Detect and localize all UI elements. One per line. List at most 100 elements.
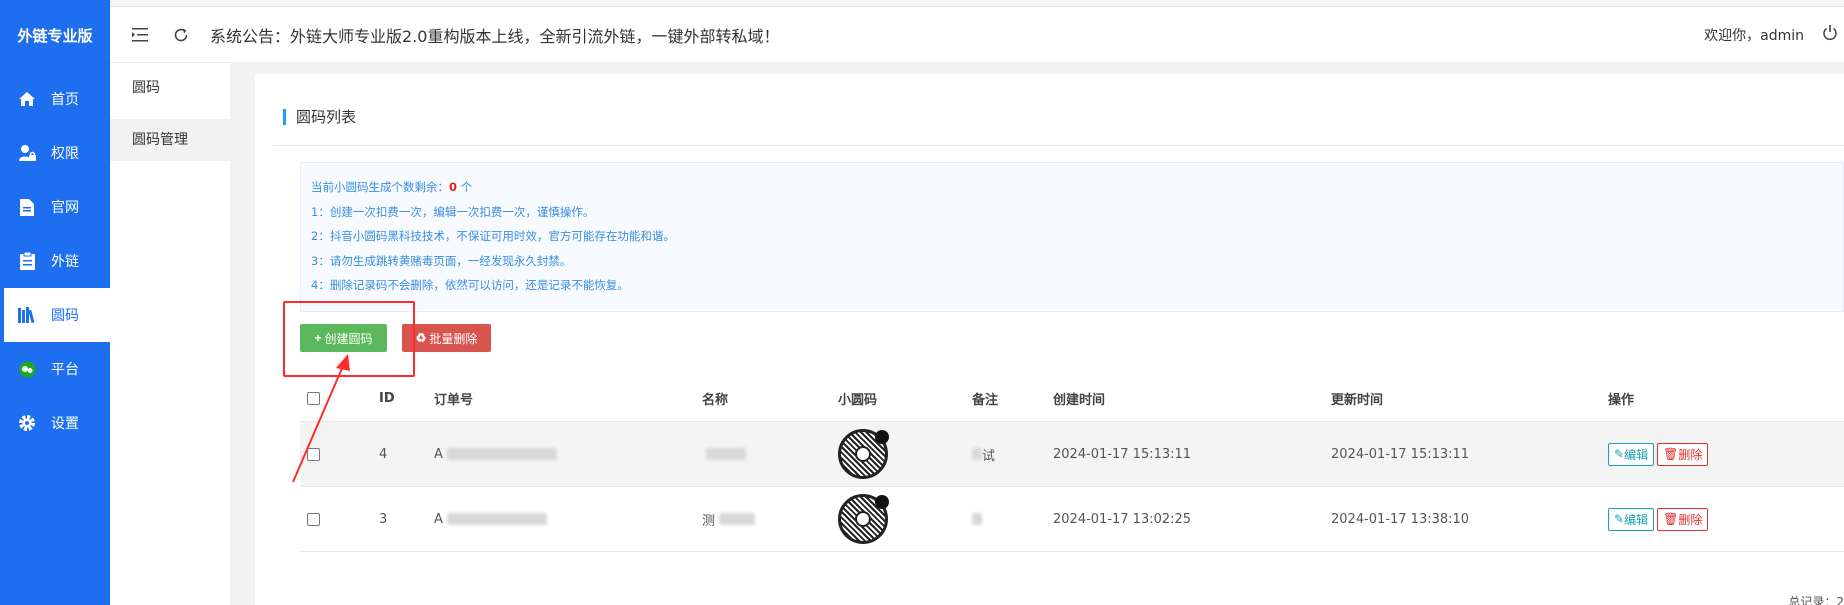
remaining-count: 0 — [449, 180, 458, 194]
sidebar-item-label: 外链 — [51, 254, 79, 270]
brand-title: 外链专业版 — [17, 27, 93, 45]
row-checkbox[interactable] — [307, 447, 320, 461]
order-prefix: A — [434, 511, 443, 527]
trash-icon: 🗑 — [1663, 512, 1679, 526]
select-all-checkbox[interactable] — [307, 392, 320, 405]
redacted-text — [719, 513, 756, 525]
qrcode-table: ID 订单号 名称 小圆码 备注 创建时间 更新时间 操作 4 A 试 2024… — [300, 376, 1844, 552]
remaining-prefix: 当前小圆码生成个数剩余： — [311, 180, 449, 194]
row-checkbox-cell — [307, 422, 320, 486]
sidebar-item-settings[interactable]: 设置 — [0, 396, 110, 450]
sub-menu-title: 圆码 — [132, 80, 160, 96]
top-strip — [110, 0, 1844, 7]
books-icon — [17, 305, 37, 325]
row-ops: ✎ 编辑 🗑 删除 — [1608, 487, 1711, 551]
edit-button[interactable]: ✎ 编辑 — [1608, 507, 1655, 531]
sidebar-item-label: 设置 — [51, 416, 79, 432]
column-header-note: 备注 — [972, 393, 999, 408]
sidebar-item-label: 权限 — [51, 146, 79, 162]
edit-button[interactable]: ✎ 编辑 — [1608, 442, 1655, 466]
row-id: 4 — [379, 446, 388, 462]
platform-icon — [17, 359, 37, 379]
refresh-icon[interactable] — [170, 24, 192, 46]
row-qrcode — [838, 487, 889, 551]
column-header-ops: 操作 — [1608, 393, 1635, 408]
delete-button[interactable]: 🗑 删除 — [1657, 507, 1709, 531]
info-box: 当前小圆码生成个数剩余：0 个 1：创建一次扣费一次，编辑一次扣费一次，谨慎操作… — [300, 162, 1844, 312]
system-notice: 系统公告：外链大师专业版2.0重构版本上线，全新引流外链，一键外部转私域！ — [210, 26, 780, 46]
note-text: 试 — [982, 448, 996, 464]
table-header: ID 订单号 名称 小圆码 备注 创建时间 更新时间 操作 — [300, 376, 1844, 422]
remaining-count-line: 当前小圆码生成个数剩余：0 个 — [311, 175, 1843, 200]
qrcode-image[interactable] — [838, 494, 889, 544]
power-icon[interactable] — [1822, 25, 1842, 45]
edit-icon: ✎ — [1614, 512, 1625, 526]
sidebar-item-home[interactable]: 首页 — [0, 72, 110, 126]
recycle-icon: ♻ — [415, 331, 427, 345]
sidebar: 外链专业版 首页 权限 官网 外链 圆码 平台 设置 — [0, 0, 110, 605]
column-header-order: 订单号 — [434, 393, 474, 408]
sidebar-item-website[interactable]: 官网 — [0, 180, 110, 234]
select-all-cell — [307, 376, 320, 421]
row-ops: ✎ 编辑 🗑 删除 — [1608, 422, 1711, 486]
column-header-created: 创建时间 — [1053, 393, 1106, 408]
edit-icon: ✎ — [1614, 447, 1625, 461]
row-note — [972, 487, 982, 551]
redacted-text — [446, 448, 557, 460]
name-text: 测 — [702, 513, 716, 529]
user-lock-icon — [17, 143, 37, 163]
redacted-text — [446, 513, 547, 525]
column-header-updated: 更新时间 — [1331, 393, 1384, 408]
sidebar-item-links[interactable]: 外链 — [0, 234, 110, 288]
gear-icon — [17, 413, 37, 433]
document-icon — [17, 197, 37, 217]
welcome-user[interactable]: 欢迎你，admin — [1704, 25, 1804, 45]
order-prefix: A — [434, 446, 443, 462]
sidebar-item-qrcode[interactable]: 圆码 — [4, 288, 110, 342]
redacted-text — [972, 513, 982, 525]
edit-label: 编辑 — [1624, 447, 1649, 462]
top-header: 系统公告：外链大师专业版2.0重构版本上线，全新引流外链，一键外部转私域！ 欢迎… — [110, 7, 1844, 63]
info-line: 1：创建一次扣费一次，编辑一次扣费一次，谨慎操作。 — [311, 204, 595, 219]
row-qrcode — [838, 422, 889, 486]
total-records: 总记录：2 — [1788, 595, 1844, 605]
sidebar-item-label: 官网 — [51, 200, 79, 216]
row-created: 2024-01-17 13:02:25 — [1053, 511, 1192, 527]
redacted-text — [706, 448, 746, 460]
table-row: 3 A 测 2024-01-17 13:02:25 2024-01-17 13:… — [300, 487, 1844, 552]
menu-collapse-icon[interactable] — [129, 24, 151, 46]
info-line: 2：抖音小圆码黑科技技术，不保证可用时效，官方可能存在功能和谐。 — [311, 229, 675, 243]
remaining-suffix: 个 — [457, 180, 473, 194]
sidebar-item-label: 首页 — [51, 92, 79, 108]
row-id: 3 — [379, 511, 388, 527]
sidebar-item-label: 平台 — [51, 362, 79, 378]
page-title: 圆码列表 — [283, 109, 356, 125]
row-order: A — [434, 487, 547, 551]
batch-delete-button[interactable]: ♻ 批量删除 — [402, 324, 491, 352]
delete-label: 删除 — [1678, 447, 1703, 462]
row-note: 试 — [972, 422, 995, 486]
trash-icon: 🗑 — [1663, 447, 1679, 461]
row-name — [702, 422, 746, 486]
column-header-qrcode: 小圆码 — [838, 393, 878, 408]
qrcode-image[interactable] — [838, 429, 889, 479]
redacted-text — [972, 448, 982, 460]
sidebar-item-permissions[interactable]: 权限 — [0, 126, 110, 180]
sidebar-item-platform[interactable]: 平台 — [0, 342, 110, 396]
delete-label: 删除 — [1678, 512, 1703, 527]
sub-menu-item-qrcode-manage[interactable]: 圆码管理 — [110, 119, 230, 161]
batch-delete-label: 批量删除 — [429, 331, 478, 346]
row-updated: 2024-01-17 13:38:10 — [1331, 511, 1470, 527]
row-checkbox-cell — [307, 487, 320, 551]
annotation-highlight-box — [283, 301, 415, 377]
delete-button[interactable]: 🗑 删除 — [1657, 442, 1709, 466]
home-icon — [17, 89, 37, 109]
column-header-name: 名称 — [702, 393, 729, 408]
row-checkbox[interactable] — [307, 512, 320, 526]
row-created: 2024-01-17 15:13:11 — [1053, 446, 1192, 462]
sub-menu: 圆码 圆码管理 — [110, 63, 230, 605]
divider — [273, 145, 1844, 146]
row-name: 测 — [702, 487, 756, 551]
row-order: A — [434, 422, 557, 486]
info-line: 4：删除记录码不会删除，依然可以访问，还是记录不能恢复。 — [311, 278, 629, 292]
